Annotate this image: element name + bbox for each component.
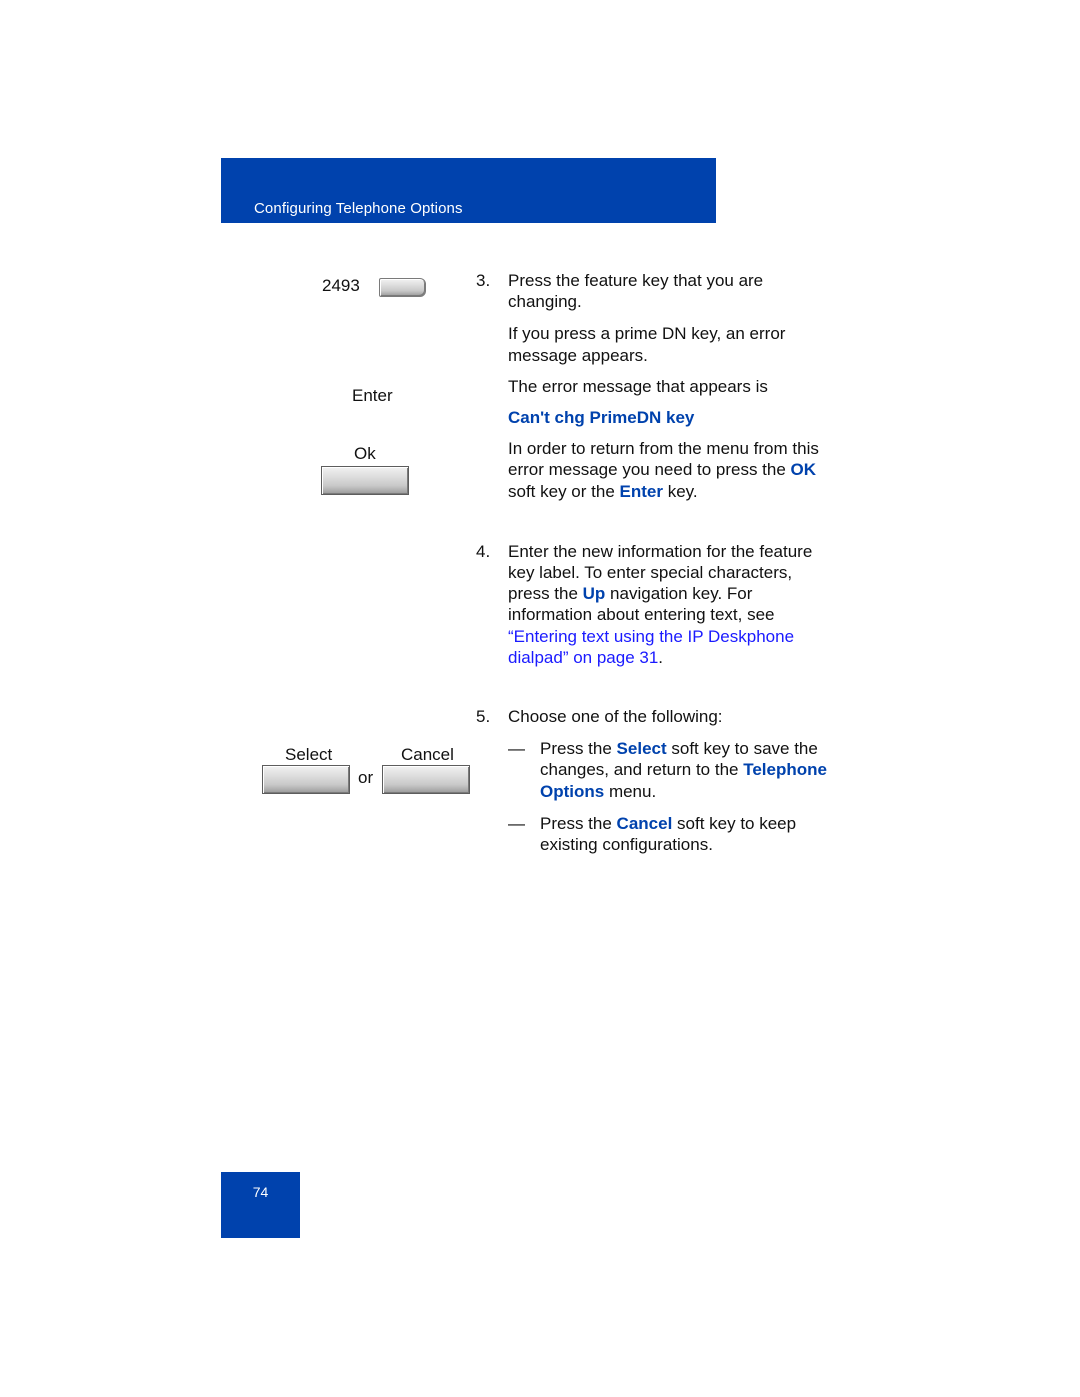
enter-key-label: Enter [352, 386, 393, 405]
dash-bullet: — [508, 813, 525, 833]
up-key-ref: Up [582, 584, 606, 604]
option-select: — Press the Select soft key to save the … [476, 738, 836, 802]
step-3-return-note: In order to return from the menu from th… [476, 438, 836, 502]
text-segment: soft key or the [508, 481, 620, 501]
step-3: 3. Press the feature key that you are ch… [476, 270, 836, 312]
page-number: 74 [252, 1184, 269, 1200]
step-text: Press the feature key that you are chang… [508, 271, 764, 312]
chapter-title: Configuring Telephone Options [254, 200, 463, 217]
step-number: 5. [476, 707, 491, 727]
select-softkey-button[interactable] [262, 765, 350, 794]
error-message-text: Can't chg PrimeDN key [508, 408, 695, 428]
step-4: 4. Enter the new information for the fea… [476, 541, 836, 668]
step-3-error-intro: The error message that appears is [508, 376, 768, 396]
ok-key-ref: OK [790, 460, 817, 480]
text-segment: In order to return from the menu from th… [508, 439, 819, 480]
instructions: 3. Press the feature key that you are ch… [476, 270, 836, 855]
entering-text-link[interactable]: “Entering text using the IP Deskphone di… [508, 627, 794, 667]
step-5: 5. Choose one of the following: [476, 706, 836, 727]
step-number: 4. [476, 541, 491, 561]
cancel-softkey-label: Cancel [401, 745, 454, 764]
feature-key-label: 2493 [322, 276, 360, 295]
ok-softkey-button[interactable] [321, 466, 409, 495]
cancel-key-ref: Cancel [616, 813, 673, 833]
text-segment: . [658, 647, 664, 667]
enter-key-ref: Enter [619, 481, 663, 501]
option-cancel: — Press the Cancel soft key to keep exis… [476, 813, 836, 855]
step-number: 3. [476, 271, 491, 290]
or-label: or [358, 768, 374, 787]
text-segment: Press the [540, 739, 617, 759]
feature-key-button[interactable] [379, 278, 426, 297]
ok-softkey-label: Ok [354, 444, 376, 463]
step-text: Choose one of the following: [508, 707, 723, 727]
page-number-box: 74 [221, 1172, 300, 1238]
select-softkey-label: Select [285, 745, 333, 764]
step-3-note: If you press a prime DN key, an error me… [508, 324, 786, 365]
chapter-header-band: Configuring Telephone Options [221, 158, 716, 223]
select-key-ref: Select [616, 739, 667, 759]
text-segment: Press the [540, 813, 617, 833]
text-segment: key. [662, 481, 698, 501]
text-segment: menu. [604, 781, 657, 801]
dash-bullet: — [508, 739, 525, 759]
cancel-softkey-button[interactable] [382, 765, 470, 794]
